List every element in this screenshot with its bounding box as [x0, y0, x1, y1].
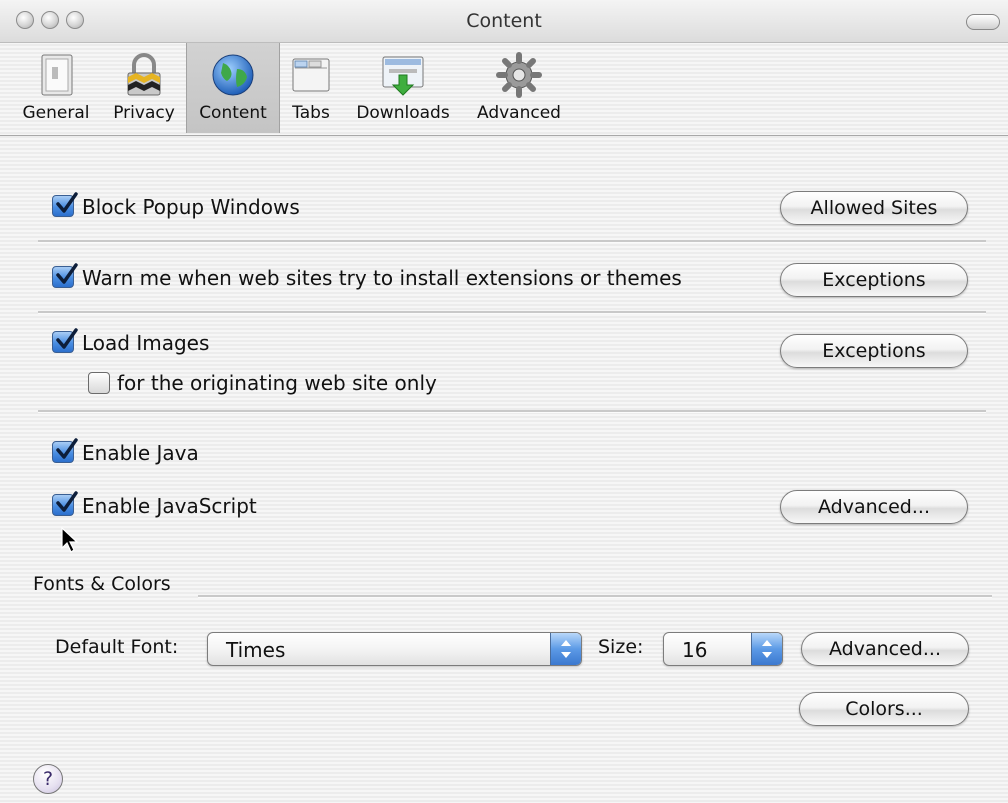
default-font-value: Times [226, 638, 286, 662]
default-font-select[interactable]: Times [207, 632, 582, 666]
tab-advanced-label: Advanced [477, 103, 561, 123]
globe-icon [212, 54, 254, 96]
tab-general-label: General [22, 103, 90, 123]
download-icon [382, 56, 424, 96]
checkmark-icon [56, 328, 78, 349]
warn-extensions-label: Warn me when web sites try to install ex… [82, 266, 682, 290]
mouse-pointer-icon [61, 526, 79, 553]
tab-general[interactable]: General [16, 43, 96, 133]
originating-site-only-label: for the originating web site only [117, 371, 437, 395]
tab-content-label: Content [199, 103, 267, 123]
size-label: Size: [598, 636, 644, 658]
font-size-value: 16 [682, 638, 708, 662]
tab-privacy[interactable]: Privacy [104, 43, 184, 133]
warn-extensions-checkbox[interactable] [52, 263, 78, 288]
fonts-colors-section-title: Fonts & Colors [33, 573, 171, 595]
tab-privacy-label: Privacy [113, 103, 175, 123]
javascript-advanced-button[interactable]: Advanced... [780, 490, 968, 524]
tab-downloads-label: Downloads [356, 103, 450, 123]
checkmark-icon [56, 192, 78, 213]
section-divider [198, 595, 992, 598]
fonts-advanced-button[interactable]: Advanced... [801, 632, 969, 666]
checkmark-icon [56, 438, 78, 459]
gear-icon [496, 52, 542, 98]
load-images-checkbox[interactable] [52, 328, 78, 353]
colors-button[interactable]: Colors... [799, 692, 969, 726]
tab-downloads[interactable]: Downloads [348, 43, 458, 133]
divider [38, 240, 986, 243]
tab-content[interactable]: Content [186, 43, 280, 133]
enable-java-checkbox[interactable] [52, 438, 78, 463]
enable-java-label: Enable Java [82, 441, 199, 465]
popup-arrows-icon [550, 633, 581, 665]
enable-javascript-checkbox[interactable] [52, 491, 78, 516]
tabs-window-icon [292, 58, 330, 92]
font-size-select[interactable]: 16 [663, 632, 783, 666]
popup-arrows-icon [751, 633, 782, 665]
title-bar[interactable]: Content [0, 0, 1008, 43]
window-title: Content [466, 10, 542, 32]
extensions-exceptions-button[interactable]: Exceptions [780, 263, 968, 297]
originating-site-only-checkbox[interactable] [88, 372, 110, 394]
tab-tabs[interactable]: Tabs [280, 43, 342, 133]
images-exceptions-button[interactable]: Exceptions [780, 334, 968, 368]
preferences-toolbar: General Privacy Content Tabs Downloads A… [0, 43, 1008, 136]
divider [38, 410, 986, 413]
allowed-sites-button[interactable]: Allowed Sites [780, 191, 968, 225]
preferences-window: Content General Privacy Content Tabs Dow… [0, 0, 1008, 803]
block-popups-label: Block Popup Windows [82, 195, 300, 219]
divider [38, 311, 986, 314]
default-font-label: Default Font: [55, 636, 179, 658]
toolbar-toggle-button[interactable] [966, 14, 1000, 30]
enable-javascript-label: Enable JavaScript [82, 494, 257, 518]
lock-icon [127, 53, 161, 96]
load-images-label: Load Images [82, 331, 210, 355]
tab-advanced[interactable]: Advanced [466, 43, 572, 133]
general-switch-icon [41, 54, 73, 96]
block-popups-checkbox[interactable] [52, 192, 78, 217]
checkmark-icon [56, 263, 78, 284]
checkmark-icon [56, 491, 78, 512]
tab-tabs-label: Tabs [292, 103, 330, 123]
help-button[interactable]: ? [33, 764, 63, 794]
